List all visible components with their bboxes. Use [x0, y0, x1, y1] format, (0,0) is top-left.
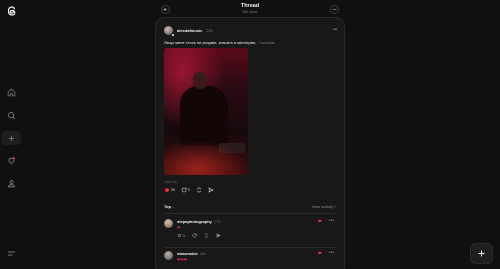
reply-actions: 1: [177, 233, 221, 238]
nav-create[interactable]: [1, 131, 21, 145]
threads-logo-icon[interactable]: [6, 5, 18, 17]
thread-panel: alexdafmusic 20h ••• Якщо мене хтось не …: [155, 17, 345, 269]
nav-home[interactable]: [2, 85, 20, 100]
avatar[interactable]: [164, 26, 175, 37]
reply-username[interactable]: stasonskie: [177, 251, 198, 256]
post-username[interactable]: alexdafmusic: [177, 28, 202, 33]
post-time: 20h: [206, 28, 214, 33]
more-options-button[interactable]: [330, 5, 339, 14]
comment-count: 5: [187, 188, 190, 192]
reply-header: stasonskie 18h: [177, 251, 206, 256]
repost-icon: [196, 187, 201, 193]
heart-icon: [7, 156, 15, 165]
author-liked-icon: ❤: [317, 251, 322, 257]
repost-icon[interactable]: [204, 233, 209, 238]
post-actions: 55 5: [164, 187, 214, 193]
avatar[interactable]: [164, 251, 173, 260]
image-bottom-glow: [164, 140, 248, 175]
reply-more-icon[interactable]: •••: [329, 218, 334, 224]
like-button[interactable]: 55: [164, 187, 175, 193]
reply-more-icon[interactable]: •••: [329, 250, 334, 256]
menu-icon[interactable]: [7, 250, 16, 257]
new-thread-button[interactable]: [470, 243, 493, 264]
sort-label: Top: [164, 204, 172, 209]
author-liked-icon: ❤: [317, 219, 322, 225]
chevron-down-icon: ⌄: [172, 205, 175, 209]
reply-header: stepaphotography 17h: [177, 219, 221, 224]
reply-username[interactable]: stepaphotography: [177, 219, 212, 224]
sort-dropdown[interactable]: Top ⌄: [164, 204, 175, 209]
title-block: Thread 983 views: [155, 3, 345, 14]
follow-plus-icon[interactable]: [171, 33, 175, 37]
image-person-body: [180, 86, 228, 146]
reply-like-button[interactable]: 1: [177, 233, 185, 238]
nav-search[interactable]: [2, 108, 20, 123]
repost-button[interactable]: [196, 187, 202, 193]
image-person-head: [193, 72, 207, 89]
share-button[interactable]: [207, 187, 214, 193]
post-more-icon[interactable]: •••: [333, 27, 337, 33]
post-body: Якщо мене хтось не розуміє, значить я мі…: [164, 40, 257, 45]
replies-header: Top ⌄ View activity ›: [164, 204, 336, 209]
chevron-right-icon: ›: [334, 204, 336, 209]
plus-icon: [8, 135, 14, 141]
translate-link[interactable]: Translate: [259, 40, 276, 45]
send-icon: [207, 187, 214, 193]
nav-profile[interactable]: [2, 176, 20, 191]
post-text: Якщо мене хтось не розуміє, значить я мі…: [164, 40, 275, 45]
reply-time: 17h: [213, 219, 221, 224]
send-icon[interactable]: [216, 233, 221, 238]
view-count: 983 views: [242, 10, 258, 14]
side-nav: [0, 85, 22, 191]
page-title: Thread: [240, 3, 260, 9]
reply-item: stasonskie 18h ❤ ••• ❤❤❤: [164, 250, 336, 269]
view-activity-link[interactable]: View activity ›: [312, 204, 336, 209]
like-count: 55: [171, 188, 175, 192]
post-image[interactable]: [164, 48, 248, 175]
divider: [164, 247, 336, 248]
reply-like-count: 1: [183, 233, 185, 238]
user-icon: [7, 180, 15, 188]
heart-filled-icon: [165, 188, 169, 193]
comment-icon[interactable]: [192, 233, 197, 238]
comment-icon: [181, 187, 187, 193]
ellipsis-icon: [332, 9, 337, 10]
post-header: alexdafmusic 20h: [164, 26, 214, 37]
liked-by-text[interactable]: Liked by...: [164, 180, 180, 184]
view-activity-label: View activity: [311, 204, 334, 209]
reply-text: ❤: [177, 225, 181, 230]
avatar[interactable]: [164, 219, 173, 228]
home-icon: [7, 88, 15, 97]
plus-icon: [478, 250, 485, 257]
reply-time: 18h: [199, 251, 207, 256]
heart-icon: [177, 234, 182, 238]
comment-button[interactable]: 5: [181, 187, 190, 193]
top-bar: Thread 983 views: [155, 0, 345, 17]
divider: [164, 213, 336, 214]
reply-text: ❤❤❤: [177, 257, 188, 262]
nav-activity[interactable]: [2, 153, 20, 168]
search-icon: [7, 112, 15, 120]
